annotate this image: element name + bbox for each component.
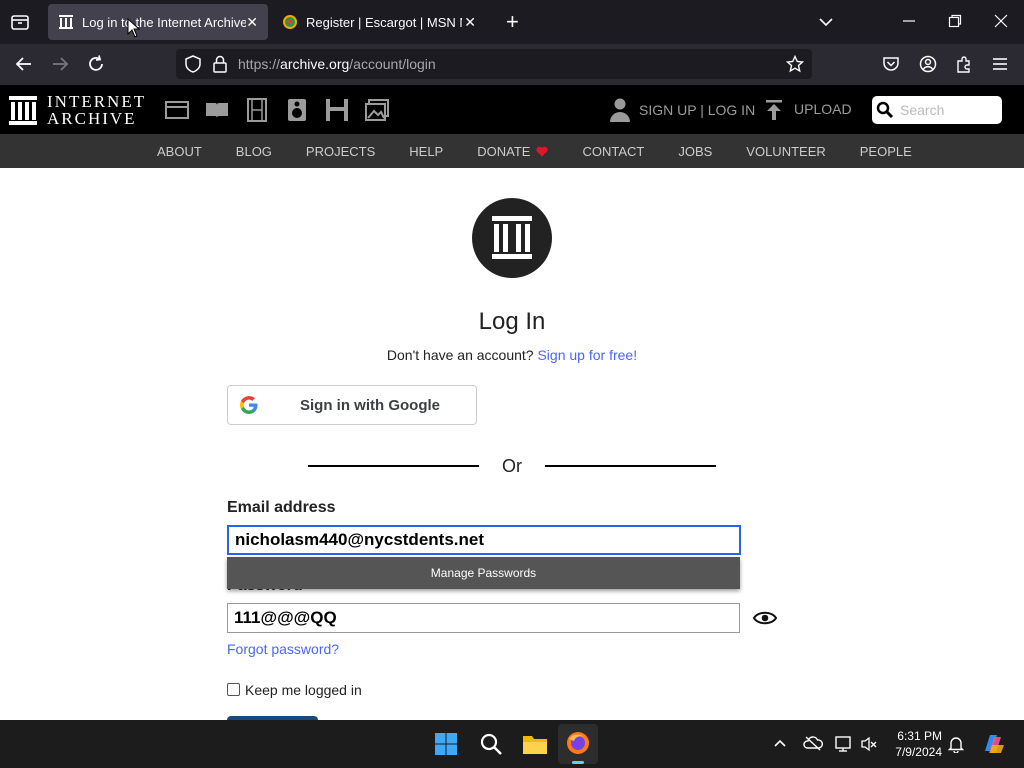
menu-blog[interactable]: BLOG	[219, 144, 289, 159]
close-window-icon[interactable]	[994, 14, 1008, 28]
show-password-eye-icon[interactable]	[753, 609, 777, 627]
menu-about[interactable]: ABOUT	[140, 144, 219, 159]
clock[interactable]: 6:31 PM 7/9/2024	[884, 728, 942, 760]
menu-donate-label: DONATE	[477, 143, 531, 159]
menu-donate[interactable]: DONATE	[460, 144, 565, 159]
signup-prompt: Don't have an account? Sign up for free!	[0, 347, 1024, 363]
ia-building-logo-icon	[8, 94, 38, 126]
ia-logo[interactable]: INTERNET ARCHIVE	[8, 93, 146, 127]
file-explorer-icon[interactable]	[522, 732, 548, 756]
texts-book-icon[interactable]	[204, 98, 230, 122]
notification-bell-icon[interactable]	[948, 735, 964, 753]
clock-date: 7/9/2024	[895, 745, 942, 759]
search-placeholder: Search	[900, 102, 945, 118]
extensions-puzzle-icon[interactable]	[955, 55, 973, 73]
google-g-icon	[239, 395, 259, 415]
pocket-icon[interactable]	[882, 55, 900, 73]
google-button-label: Sign in with Google	[300, 397, 440, 414]
search-magnifier-icon	[876, 101, 894, 119]
reload-icon[interactable]	[86, 54, 106, 74]
volume-muted-icon[interactable]	[860, 736, 878, 752]
network-icon[interactable]	[834, 735, 854, 753]
forgot-password-link[interactable]: Forgot password?	[227, 641, 339, 657]
web-archive-icon[interactable]	[164, 98, 190, 122]
tab-close-icon[interactable]: ✕	[246, 14, 258, 31]
password-field[interactable]: 111@@@QQ	[227, 603, 740, 633]
ia-top-menu: ABOUT BLOG PROJECTS HELP DONATE CONTACT …	[140, 134, 929, 168]
audio-speaker-icon[interactable]	[284, 97, 310, 123]
menu-projects[interactable]: PROJECTS	[289, 144, 392, 159]
restore-window-icon[interactable]	[948, 14, 962, 28]
logo-line-archive: ARCHIVE	[47, 109, 137, 128]
software-floppy-icon[interactable]	[324, 97, 350, 123]
forward-arrow-icon	[50, 54, 70, 74]
clock-time: 6:31 PM	[897, 729, 942, 743]
url-path: /account/login	[349, 56, 436, 72]
taskbar-search-icon[interactable]	[479, 732, 503, 756]
back-arrow-icon[interactable]	[14, 54, 34, 74]
divider-left	[308, 465, 479, 467]
windows-start-icon[interactable]	[434, 732, 458, 756]
minimize-window-icon[interactable]	[902, 14, 916, 28]
images-icon[interactable]	[364, 97, 390, 123]
archive-favicon-icon	[58, 14, 74, 30]
keep-logged-in-checkbox[interactable]	[227, 683, 240, 696]
manage-passwords-popup[interactable]: Manage Passwords	[227, 557, 740, 589]
upload-link[interactable]: UPLOAD	[794, 101, 852, 117]
menu-jobs[interactable]: JOBS	[661, 144, 729, 159]
bookmark-star-icon[interactable]	[786, 55, 804, 73]
menu-contact[interactable]: CONTACT	[565, 144, 661, 159]
tab-escargot[interactable]: Register | Escargot | MSN Messenger ✕	[272, 4, 486, 40]
menu-help[interactable]: HELP	[392, 144, 460, 159]
tab-title: Register | Escargot | MSN Messenger	[306, 14, 462, 30]
email-field[interactable]: nicholasm440@nycstdents.net	[227, 525, 741, 555]
menu-people[interactable]: PEOPLE	[843, 144, 929, 159]
or-divider-text: Or	[502, 456, 522, 476]
ia-top-bar	[0, 85, 1024, 134]
firefox-icon	[566, 731, 590, 755]
mouse-cursor-icon	[127, 18, 141, 38]
padlock-icon[interactable]	[212, 55, 228, 73]
url-text[interactable]: https://archive.org/account/login	[238, 56, 436, 72]
video-film-icon[interactable]	[244, 97, 270, 123]
copilot-icon[interactable]	[980, 731, 1006, 757]
menu-volunteer[interactable]: VOLUNTEER	[729, 144, 842, 159]
no-account-text: Don't have an account?	[386, 347, 534, 363]
divider-right	[545, 465, 716, 467]
login-heading: Log In	[478, 308, 546, 335]
signup-login-link[interactable]: SIGN UP | LOG IN	[639, 102, 755, 118]
account-icon[interactable]	[919, 55, 937, 73]
url-host: archive.org	[280, 56, 350, 72]
tab-title: Log in to the Internet Archive	[82, 14, 247, 30]
logo-line-internet: INTERNET	[47, 92, 147, 111]
keep-logged-in-label: Keep me logged in	[245, 682, 362, 698]
signup-free-link[interactable]: Sign up for free!	[537, 347, 637, 363]
escargot-favicon-icon	[282, 14, 298, 30]
ia-circle-logo-icon	[472, 198, 552, 278]
list-all-tabs-chevron-icon[interactable]	[818, 14, 834, 30]
onedrive-offline-icon[interactable]	[803, 735, 823, 751]
heart-icon	[536, 146, 549, 157]
url-scheme: https://	[238, 56, 281, 72]
firefox-taskbar-button[interactable]	[558, 724, 598, 764]
upload-arrow-icon[interactable]	[764, 99, 784, 121]
tab-list-icon[interactable]	[10, 12, 30, 32]
new-tab-button[interactable]: +	[506, 9, 519, 35]
tracking-protection-shield-icon[interactable]	[184, 55, 202, 73]
tab-close-icon[interactable]: ✕	[464, 14, 476, 31]
active-app-indicator	[572, 761, 584, 764]
tray-overflow-chevron-icon[interactable]	[773, 737, 787, 749]
email-label: Email address	[227, 499, 336, 516]
tab-internet-archive[interactable]: Log in to the Internet Archive ✕	[48, 4, 268, 40]
app-menu-hamburger-icon[interactable]	[991, 55, 1009, 73]
user-avatar-icon[interactable]	[608, 97, 632, 123]
